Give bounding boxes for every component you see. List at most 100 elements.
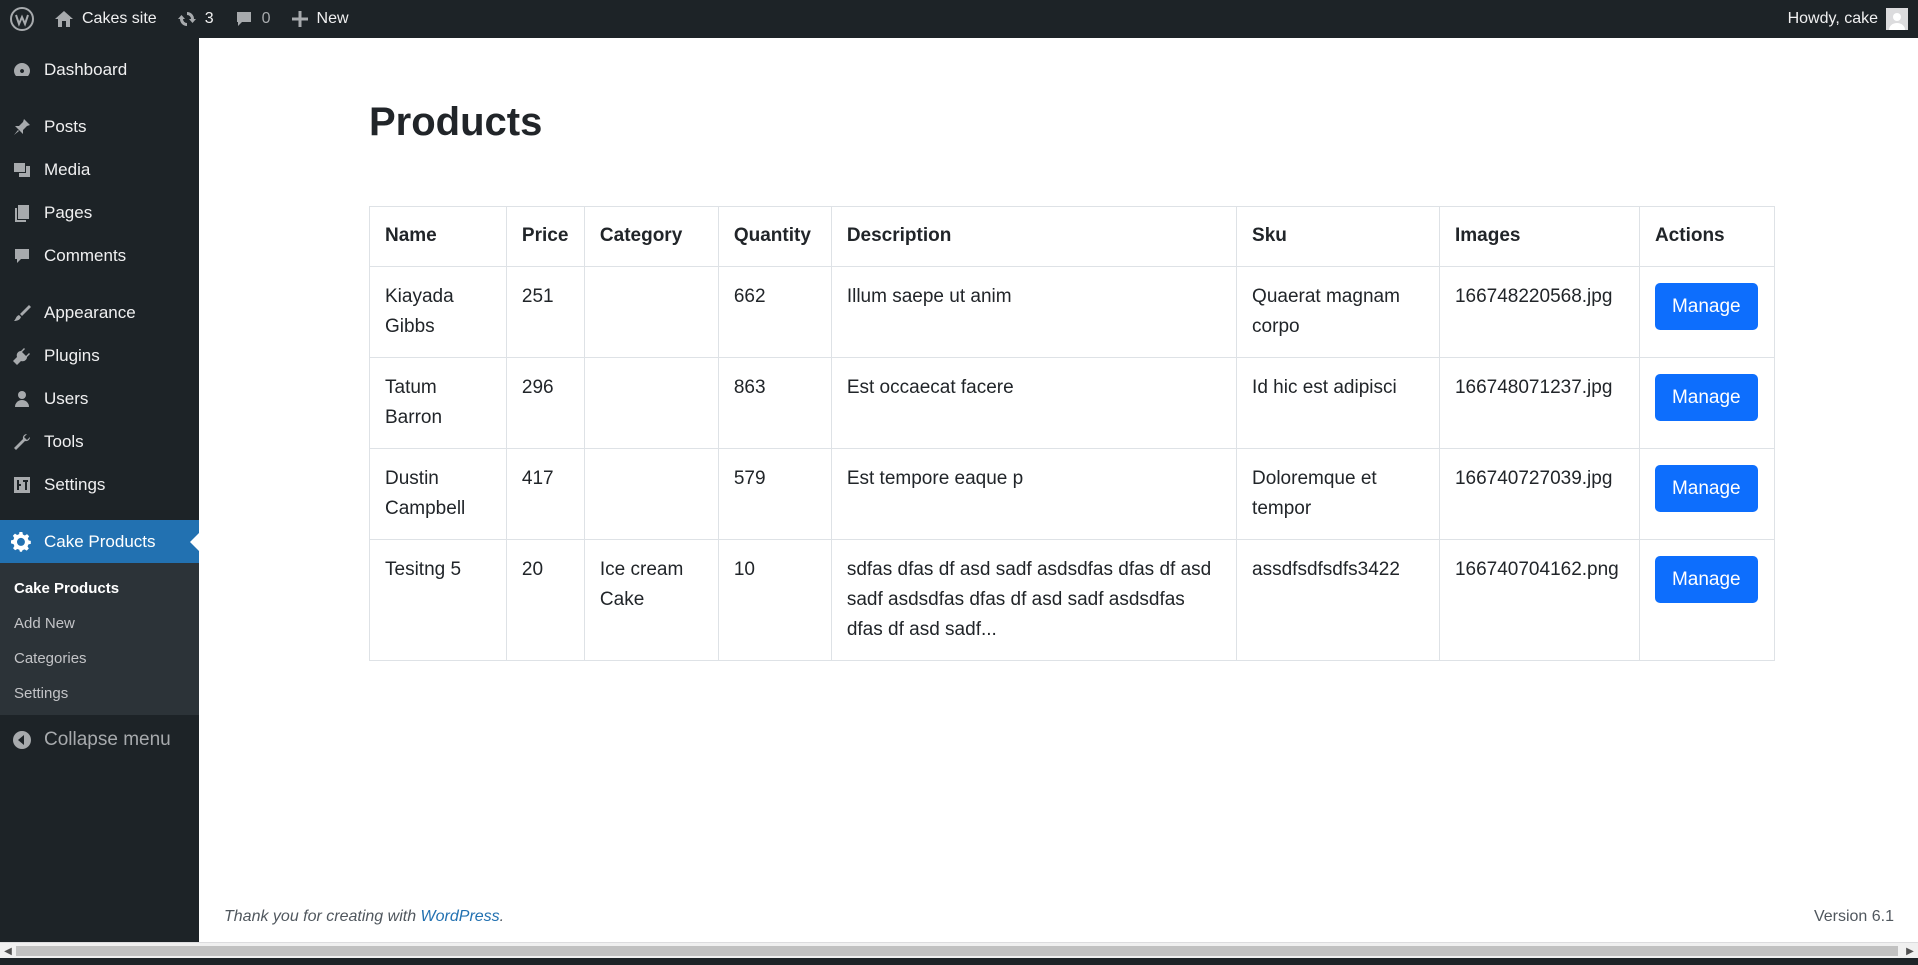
cell-image: 166748220568.jpg (1438, 266, 1640, 358)
column-header-name: Name (369, 206, 507, 267)
admin-footer: Thank you for creating with WordPress. V… (224, 908, 1894, 926)
page-title: Products (369, 100, 543, 144)
pages-icon (10, 201, 34, 225)
scrollbar-thumb[interactable] (16, 946, 1898, 956)
sidebar-item-label: Plugins (44, 345, 100, 365)
submenu-item-add-new[interactable]: Add New (0, 606, 199, 641)
site-name-link[interactable]: Cakes site (44, 0, 167, 38)
cell-image: 166740727039.jpg (1438, 448, 1640, 540)
sidebar-item-cake-products[interactable]: Cake Products (0, 520, 199, 563)
cell-category: Ice cream Cake (583, 539, 719, 661)
pin-icon (10, 115, 34, 139)
sidebar-item-appearance[interactable]: Appearance (0, 291, 199, 334)
sidebar-item-posts[interactable]: Posts (0, 105, 199, 148)
cell-sku: Quaerat magnam corpo (1236, 266, 1440, 358)
my-account[interactable]: Howdy, cake (1788, 8, 1918, 30)
admin-bar: Cakes site 3 0 New Howdy, cake (0, 0, 1918, 38)
submenu-item-categories[interactable]: Categories (0, 641, 199, 676)
cell-description: Illum saepe ut anim (830, 266, 1238, 358)
table-row: Tesitng 5 20 Ice cream Cake 10 sdfas dfa… (369, 539, 1776, 661)
manage-button[interactable]: Manage (1654, 283, 1758, 330)
collapse-menu-button[interactable]: Collapse menu (0, 715, 199, 765)
gear-icon (10, 530, 34, 554)
table-row: Tatum Barron 296 863 Est occaecat facere… (369, 357, 1776, 449)
cell-description: sdfas dfas df asd sadf asdsdfas dfas df … (830, 539, 1238, 661)
howdy-label: Howdy, cake (1787, 10, 1878, 27)
table-row: Kiayada Gibbs 251 662 Illum saepe ut ani… (369, 266, 1776, 358)
sidebar-item-users[interactable]: Users (0, 377, 199, 420)
brush-icon (10, 301, 34, 325)
admin-menu: Dashboard Posts Media Pages Comments App… (0, 38, 199, 942)
sidebar-item-label: Comments (44, 245, 127, 265)
sidebar-item-label: Media (44, 159, 91, 179)
refresh-icon (177, 9, 197, 29)
sidebar-item-pages[interactable]: Pages (0, 191, 199, 234)
submenu-item-cake-products[interactable]: Cake Products (0, 571, 199, 606)
bottom-edge (0, 958, 1918, 965)
cell-sku: Doloremque et tempor (1236, 448, 1440, 540)
comments-link[interactable]: 0 (224, 0, 281, 38)
cell-price: 417 (505, 448, 585, 540)
column-header-category: Category (583, 206, 719, 267)
column-header-images: Images (1438, 206, 1640, 267)
sidebar-item-label: Posts (44, 116, 87, 136)
cell-quantity: 10 (717, 539, 832, 661)
manage-button[interactable]: Manage (1654, 556, 1758, 603)
horizontal-scrollbar[interactable]: ◀ ▶ (0, 942, 1918, 958)
updates-count: 3 (204, 10, 214, 27)
updates-link[interactable]: 3 (167, 0, 224, 38)
cake-products-submenu: Cake Products Add New Categories Setting… (0, 563, 199, 715)
cell-actions: Manage (1638, 357, 1776, 449)
settings-icon (10, 473, 34, 497)
cell-category (583, 448, 719, 540)
cell-category (583, 357, 719, 449)
column-header-price: Price (505, 206, 585, 267)
home-icon (54, 9, 74, 29)
comment-icon (10, 244, 34, 268)
sidebar-item-label: Pages (44, 202, 93, 222)
sidebar-item-comments[interactable]: Comments (0, 234, 199, 277)
scroll-right-icon[interactable]: ▶ (1904, 945, 1916, 957)
cell-image: 166740704162.png (1438, 539, 1640, 661)
sidebar-item-media[interactable]: Media (0, 148, 199, 191)
cell-actions: Manage (1638, 266, 1776, 358)
table-header-row: Name Price Category Quantity Description… (369, 206, 1776, 267)
cell-price: 251 (505, 266, 585, 358)
collapse-menu-label: Collapse menu (44, 729, 171, 750)
submenu-item-settings[interactable]: Settings (0, 676, 199, 711)
comment-bubble-icon (234, 9, 254, 29)
manage-button[interactable]: Manage (1654, 465, 1758, 512)
sidebar-item-label: Cake Products (44, 531, 156, 551)
sidebar-item-label: Dashboard (44, 59, 128, 79)
new-content-link[interactable]: New (281, 0, 359, 38)
sidebar-item-tools[interactable]: Tools (0, 420, 199, 463)
sidebar-item-plugins[interactable]: Plugins (0, 334, 199, 377)
column-header-sku: Sku (1236, 206, 1440, 267)
footer-thanks: Thank you for creating with WordPress. (224, 908, 504, 926)
cell-actions: Manage (1638, 448, 1776, 540)
footer-thanks-prefix: Thank you for creating with (224, 908, 421, 925)
dashboard-icon (10, 58, 34, 82)
new-label: New (316, 10, 349, 27)
wrench-icon (10, 430, 34, 454)
cell-sku: assdfsdfsdfs3422 (1236, 539, 1440, 661)
comments-count: 0 (261, 10, 271, 27)
footer-thanks-suffix: . (499, 908, 505, 925)
column-header-quantity: Quantity (717, 206, 832, 267)
manage-button[interactable]: Manage (1654, 374, 1758, 421)
sidebar-item-label: Settings (44, 474, 106, 494)
cell-name: Dustin Campbell (369, 448, 507, 540)
scroll-left-icon[interactable]: ◀ (2, 945, 14, 957)
sidebar-item-label: Tools (44, 431, 84, 451)
sidebar-item-settings[interactable]: Settings (0, 463, 199, 506)
media-icon (10, 158, 34, 182)
avatar (1886, 8, 1908, 30)
wordpress-logo-icon[interactable] (0, 0, 44, 38)
user-icon (10, 387, 34, 411)
cell-name: Tesitng 5 (369, 539, 507, 661)
column-header-actions: Actions (1638, 206, 1776, 267)
collapse-arrow-icon (10, 728, 34, 752)
wordpress-link[interactable]: WordPress (421, 908, 500, 925)
cell-quantity: 579 (717, 448, 832, 540)
sidebar-item-dashboard[interactable]: Dashboard (0, 48, 199, 91)
